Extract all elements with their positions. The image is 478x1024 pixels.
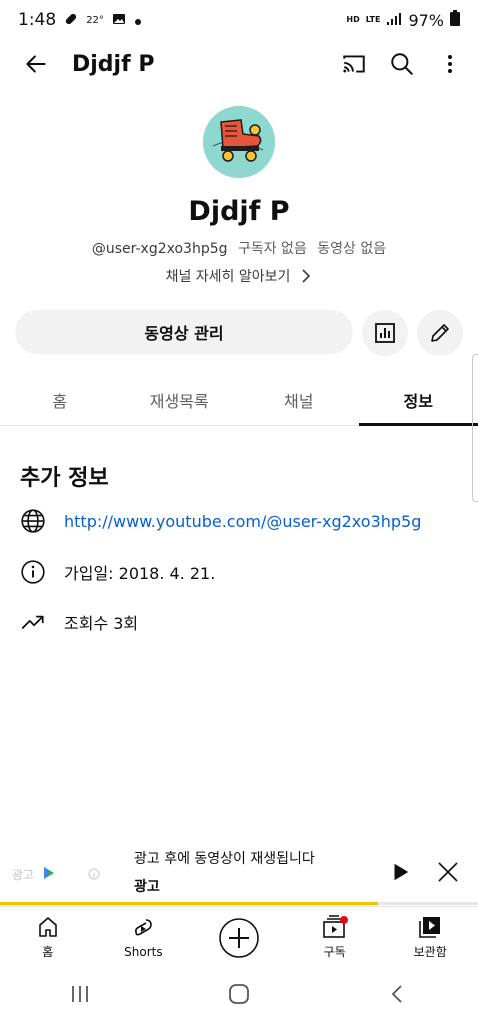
status-bar: 1:48 22° HD LTE 97% — [0, 0, 478, 40]
hd-label: HD — [346, 15, 360, 24]
nav-library-label: 보관함 — [413, 945, 447, 959]
nav-shorts[interactable]: Shorts — [96, 907, 192, 968]
back-button[interactable] — [12, 40, 60, 88]
recents-button[interactable] — [68, 982, 92, 1010]
chevron-right-icon — [302, 269, 311, 283]
more-vert-icon — [448, 55, 452, 73]
video-count: 동영상 없음 — [317, 241, 387, 257]
top-app-bar: Djdjf P — [0, 40, 478, 88]
home-system-button[interactable] — [227, 982, 251, 1010]
channel-name: Djdjf P — [188, 196, 290, 227]
tab-playlists[interactable]: 재생목록 — [120, 374, 240, 425]
ad-progress-fill — [0, 902, 378, 905]
ad-text[interactable]: 광고 후에 동영상이 재생됩니다 광고 — [120, 848, 376, 896]
signal-icon — [386, 11, 402, 30]
battery-percent: 97% — [408, 10, 444, 30]
nav-create[interactable] — [191, 907, 287, 968]
lte-label: LTE — [365, 15, 381, 24]
about-link-label: 채널 자세히 알아보기 — [165, 269, 291, 285]
channel-tabs: 홈 재생목록 채널 정보 — [0, 374, 478, 426]
page-title: Djdjf P — [72, 51, 155, 77]
channel-handle: @user-xg2xo3hp5g — [91, 241, 228, 257]
ad-progress-bar — [0, 902, 478, 905]
edit-pencil-icon — [431, 324, 449, 342]
tab-about[interactable]: 정보 — [358, 374, 478, 426]
cast-button[interactable] — [330, 40, 378, 88]
nav-subscriptions[interactable]: 구독 — [287, 907, 383, 968]
manage-videos-button[interactable]: 동영상 관리 — [15, 310, 353, 354]
ad-label: 광고 — [134, 879, 160, 895]
nav-subscriptions-label: 구독 — [323, 945, 346, 959]
status-temperature: 22° — [86, 14, 104, 26]
nav-home-label: 홈 — [42, 945, 54, 959]
search-button[interactable] — [378, 40, 426, 88]
dot-icon — [134, 11, 142, 30]
library-icon — [419, 917, 441, 938]
tab-home[interactable]: 홈 — [0, 374, 120, 425]
back-system-button[interactable] — [386, 982, 410, 1010]
joined-row: 가입일: 2018. 4. 21. — [20, 559, 215, 585]
nav-library[interactable]: 보관함 — [382, 907, 478, 968]
google-play-icon — [44, 867, 54, 879]
status-time: 1:48 — [18, 10, 57, 30]
scrollbar-handle[interactable] — [472, 354, 478, 502]
more-button[interactable] — [426, 40, 474, 88]
views-row: 조회수 3회 — [20, 609, 138, 635]
channel-url-link[interactable]: http://www.youtube.com/@user-xg2xo3hp5g — [64, 512, 421, 531]
info-icon — [21, 560, 45, 584]
shorts-icon — [135, 918, 153, 935]
globe-icon — [21, 509, 45, 533]
nav-shorts-label: Shorts — [124, 944, 163, 959]
recents-icon — [71, 986, 88, 1002]
close-ad-button[interactable] — [424, 848, 472, 896]
view-count: 조회수 3회 — [64, 614, 139, 633]
analytics-button[interactable] — [362, 310, 408, 356]
create-plus-icon — [219, 917, 259, 958]
image-icon — [112, 11, 126, 30]
system-navigation — [0, 968, 478, 1024]
cast-icon — [343, 55, 365, 73]
nav-home[interactable]: 홈 — [0, 907, 96, 968]
ad-thumbnail[interactable]: 광고 — [0, 838, 120, 906]
edit-button[interactable] — [417, 310, 463, 356]
avatar[interactable] — [203, 106, 275, 178]
subscriptions-icon — [322, 915, 348, 938]
arrow-left-icon — [26, 55, 46, 73]
section-title: 추가 정보 — [20, 466, 109, 491]
home-icon — [38, 917, 57, 937]
analytics-icon — [375, 323, 395, 343]
ad-message: 광고 후에 동영상이 재생됩니다 — [134, 851, 315, 867]
joined-date: 가입일: 2018. 4. 21. — [64, 564, 216, 583]
ad-mini-player[interactable]: 광고 광고 후에 동영상이 재생됩니다 광고 — [0, 838, 478, 906]
play-button[interactable] — [376, 848, 424, 896]
channel-meta: @user-xg2xo3hp5g 구독자 없음 동영상 없음 — [0, 238, 478, 258]
home-circle-icon — [229, 984, 249, 1004]
battery-icon — [450, 10, 460, 30]
ad-info-icon — [88, 868, 100, 880]
chevron-left-icon — [392, 985, 402, 1003]
ad-thumb-label: 광고 — [12, 868, 35, 882]
trending-icon — [21, 615, 44, 630]
play-icon — [394, 863, 409, 881]
channel-about-link[interactable]: 채널 자세히 알아보기 — [0, 266, 478, 286]
pill-icon — [64, 11, 78, 30]
search-icon — [391, 53, 413, 75]
subscriber-count: 구독자 없음 — [237, 241, 307, 257]
bottom-navigation: 홈 Shorts 구독 보관함 — [0, 906, 478, 968]
tab-channels[interactable]: 채널 — [239, 374, 359, 425]
channel-link-row[interactable]: http://www.youtube.com/@user-xg2xo3hp5g — [20, 508, 421, 534]
roller-skate-icon — [203, 106, 275, 178]
close-icon — [438, 862, 458, 882]
